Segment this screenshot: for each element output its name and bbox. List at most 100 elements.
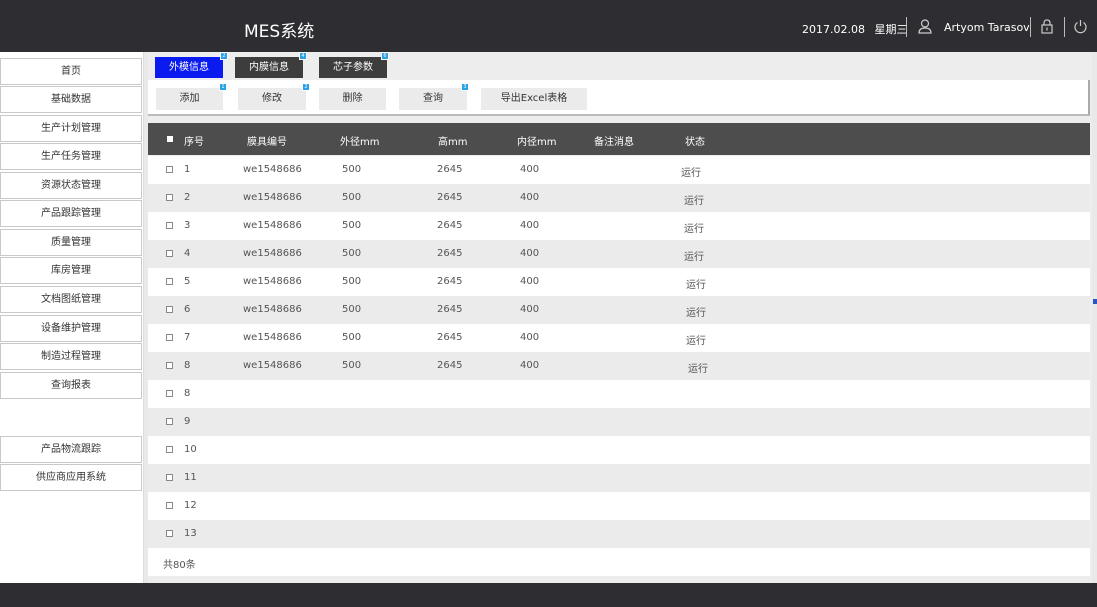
date-text: 2017.02.08 bbox=[802, 23, 865, 36]
header-divider bbox=[1064, 17, 1065, 37]
lock-icon[interactable] bbox=[1041, 19, 1053, 34]
cell-outer: 500 bbox=[342, 304, 362, 315]
cell-height: 2645 bbox=[437, 304, 463, 315]
cell-status: 运行 bbox=[681, 168, 701, 179]
table-row[interactable]: 4 we1548686 500 2645 400 运行 bbox=[148, 240, 1090, 268]
row-checkbox[interactable] bbox=[166, 166, 173, 173]
table-row[interactable]: 5 we1548686 500 2645 400 运行 bbox=[148, 268, 1090, 296]
cell-outer: 500 bbox=[342, 220, 362, 231]
table-row[interactable]: 8 bbox=[148, 380, 1090, 408]
row-checkbox[interactable] bbox=[166, 418, 173, 425]
tab-inner-mold[interactable]: 内膜信息 bbox=[235, 57, 303, 78]
table-row[interactable]: 12 bbox=[148, 492, 1090, 520]
sidebar-item-equipment[interactable]: 设备维护管理 bbox=[0, 315, 142, 342]
cell-height: 2645 bbox=[437, 164, 463, 175]
tab-badge: 4 bbox=[299, 52, 307, 60]
cell-height: 2645 bbox=[437, 276, 463, 287]
bottom-bar bbox=[0, 583, 1097, 607]
cell-no: 11 bbox=[184, 472, 197, 483]
sidebar-item-resource-status[interactable]: 资源状态管理 bbox=[0, 172, 142, 199]
row-checkbox[interactable] bbox=[166, 446, 173, 453]
table-row[interactable]: 9 bbox=[148, 408, 1090, 436]
cell-code: we1548686 bbox=[243, 220, 302, 231]
col-header-note: 备注消息 bbox=[594, 137, 634, 148]
cell-no: 1 bbox=[184, 164, 191, 175]
cell-outer: 500 bbox=[342, 332, 362, 343]
tab-core-params[interactable]: 芯子参数 bbox=[319, 57, 387, 78]
table-row[interactable]: 11 bbox=[148, 464, 1090, 492]
toolbar: 添加 1 修改 2 删除 查询 3 导出Excel表格 bbox=[148, 80, 1090, 116]
sidebar-item-production-plan[interactable]: 生产计划管理 bbox=[0, 115, 142, 142]
row-checkbox[interactable] bbox=[166, 474, 173, 481]
col-header-outer: 外径mm bbox=[340, 137, 380, 148]
row-checkbox[interactable] bbox=[166, 530, 173, 537]
tab-outer-mold[interactable]: 外模信息 bbox=[155, 57, 223, 78]
cell-outer: 500 bbox=[342, 248, 362, 259]
table-row[interactable]: 1 we1548686 500 2645 400 运行 bbox=[148, 156, 1090, 184]
cell-code: we1548686 bbox=[243, 360, 302, 371]
edit-button[interactable]: 修改 bbox=[238, 88, 306, 110]
table-row[interactable]: 7 we1548686 500 2645 400 运行 bbox=[148, 324, 1090, 352]
cell-inner: 400 bbox=[520, 248, 540, 259]
power-icon[interactable] bbox=[1073, 19, 1088, 34]
table-row[interactable]: 13 bbox=[148, 520, 1090, 548]
cell-height: 2645 bbox=[437, 192, 463, 203]
user-icon[interactable] bbox=[918, 19, 932, 34]
cell-no: 10 bbox=[184, 444, 197, 455]
sidebar-item-warehouse[interactable]: 库房管理 bbox=[0, 257, 142, 284]
cell-code: we1548686 bbox=[243, 192, 302, 203]
tab-badge: 6 bbox=[381, 52, 389, 60]
user-name[interactable]: Artyom Tarasov bbox=[944, 21, 1030, 34]
select-all-checkbox[interactable] bbox=[167, 136, 173, 142]
sidebar-item-logistics[interactable]: 产品物流跟踪 bbox=[0, 436, 142, 463]
cell-status: 运行 bbox=[684, 224, 704, 235]
row-checkbox[interactable] bbox=[166, 194, 173, 201]
cell-status: 运行 bbox=[686, 336, 706, 347]
add-button[interactable]: 添加 bbox=[156, 88, 223, 110]
sidebar-item-product-tracking[interactable]: 产品跟踪管理 bbox=[0, 200, 142, 227]
sidebar-item-production-task[interactable]: 生产任务管理 bbox=[0, 143, 142, 170]
header-divider bbox=[906, 17, 907, 37]
sidebar-item-home[interactable]: 首页 bbox=[0, 58, 142, 85]
table-footer: 共80条 bbox=[148, 548, 1090, 576]
row-checkbox[interactable] bbox=[166, 306, 173, 313]
table-row[interactable]: 2 we1548686 500 2645 400 运行 bbox=[148, 184, 1090, 212]
scroll-marker[interactable] bbox=[1093, 299, 1097, 304]
cell-inner: 400 bbox=[520, 192, 540, 203]
cell-code: we1548686 bbox=[243, 276, 302, 287]
cell-status: 运行 bbox=[688, 364, 708, 375]
top-header: MES系统 2017.02.08 星期三 Artyom Tarasov bbox=[0, 0, 1097, 52]
col-header-inner: 内径mm bbox=[517, 137, 557, 148]
export-excel-button[interactable]: 导出Excel表格 bbox=[481, 88, 587, 110]
row-checkbox[interactable] bbox=[166, 250, 173, 257]
cell-code: we1548686 bbox=[243, 248, 302, 259]
cell-height: 2645 bbox=[437, 360, 463, 371]
row-checkbox[interactable] bbox=[166, 278, 173, 285]
delete-button[interactable]: 删除 bbox=[319, 88, 386, 110]
cell-code: we1548686 bbox=[243, 332, 302, 343]
sidebar-item-quality[interactable]: 质量管理 bbox=[0, 229, 142, 256]
table-row[interactable]: 3 we1548686 500 2645 400 运行 bbox=[148, 212, 1090, 240]
sidebar-item-reports[interactable]: 查询报表 bbox=[0, 372, 142, 399]
app-title: MES系统 bbox=[244, 22, 315, 42]
cell-outer: 500 bbox=[342, 164, 362, 175]
table-row[interactable]: 8 we1548686 500 2645 400 运行 bbox=[148, 352, 1090, 380]
total-count: 共80条 bbox=[163, 560, 196, 571]
query-button[interactable]: 查询 bbox=[399, 88, 467, 110]
sidebar-item-basic-data[interactable]: 基础数据 bbox=[0, 86, 142, 113]
sidebar: 首页 基础数据 生产计划管理 生产任务管理 资源状态管理 产品跟踪管理 质量管理… bbox=[0, 52, 144, 583]
sidebar-item-documents[interactable]: 文档图纸管理 bbox=[0, 286, 142, 313]
table-header: 序号 膜具编号 外径mm 高mm 内径mm 备注消息 状态 bbox=[148, 123, 1090, 155]
table-row[interactable]: 6 we1548686 500 2645 400 运行 bbox=[148, 296, 1090, 324]
row-checkbox[interactable] bbox=[166, 502, 173, 509]
cell-no: 4 bbox=[184, 248, 191, 259]
sidebar-item-supplier[interactable]: 供应商应用系统 bbox=[0, 464, 142, 491]
row-checkbox[interactable] bbox=[166, 362, 173, 369]
cell-status: 运行 bbox=[686, 280, 706, 291]
row-checkbox[interactable] bbox=[166, 390, 173, 397]
row-checkbox[interactable] bbox=[166, 222, 173, 229]
row-checkbox[interactable] bbox=[166, 334, 173, 341]
table-row[interactable]: 10 bbox=[148, 436, 1090, 464]
cell-no: 8 bbox=[184, 388, 191, 399]
sidebar-item-manufacturing[interactable]: 制造过程管理 bbox=[0, 343, 142, 370]
